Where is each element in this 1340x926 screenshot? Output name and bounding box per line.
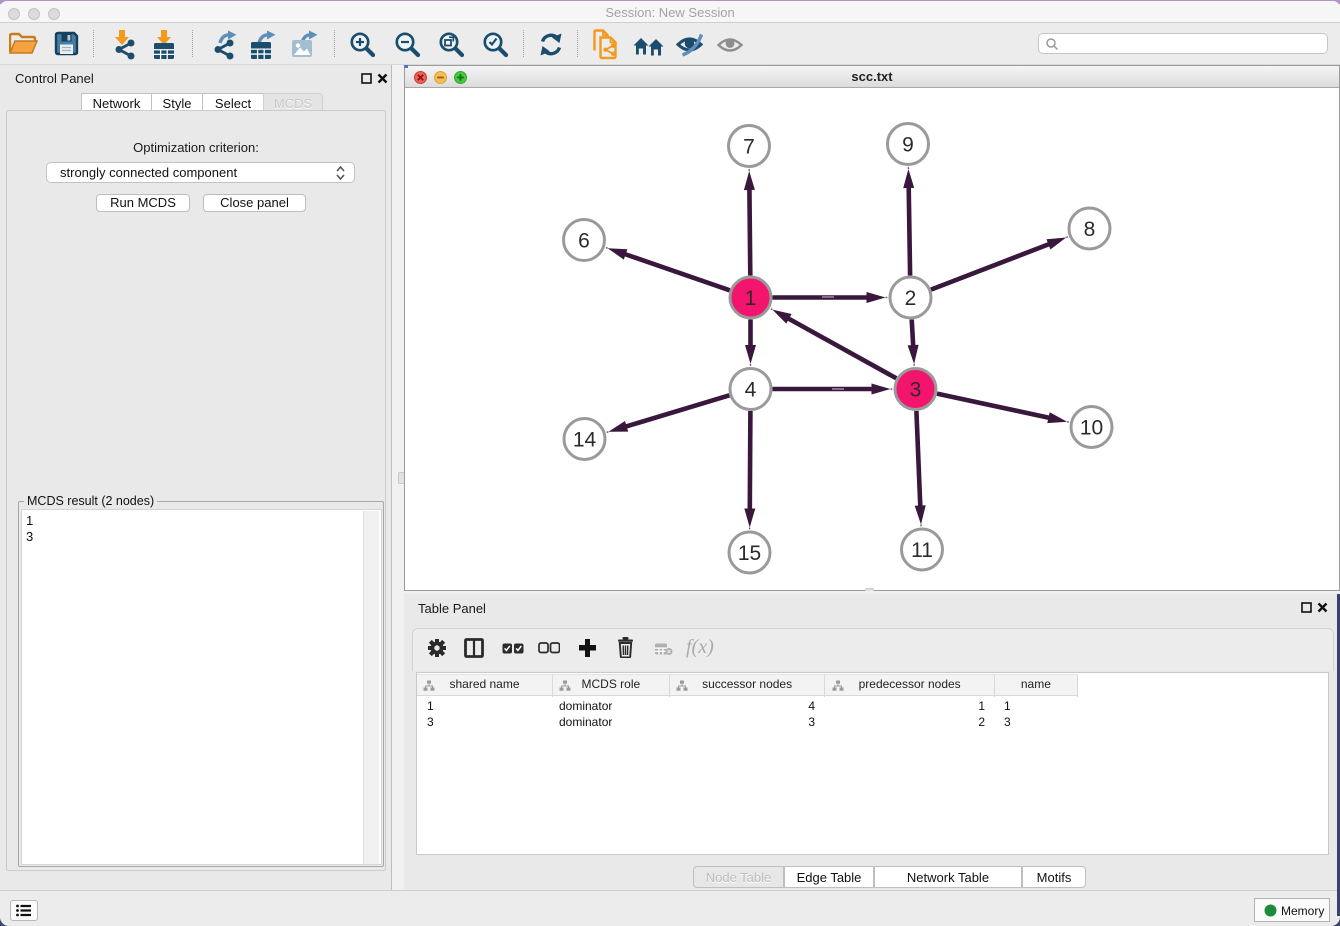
svg-text:8: 8 xyxy=(1084,218,1096,241)
svg-text:14: 14 xyxy=(573,429,597,452)
svg-text:11: 11 xyxy=(911,539,933,562)
svg-text:2: 2 xyxy=(905,287,917,310)
svg-text:3: 3 xyxy=(910,379,922,402)
svg-text:7: 7 xyxy=(743,136,755,159)
svg-text:4: 4 xyxy=(745,379,757,402)
svg-text:9: 9 xyxy=(902,134,914,157)
svg-text:1: 1 xyxy=(745,287,757,310)
svg-text:6: 6 xyxy=(578,230,590,253)
svg-text:10: 10 xyxy=(1080,417,1103,440)
svg-text:15: 15 xyxy=(738,542,761,565)
